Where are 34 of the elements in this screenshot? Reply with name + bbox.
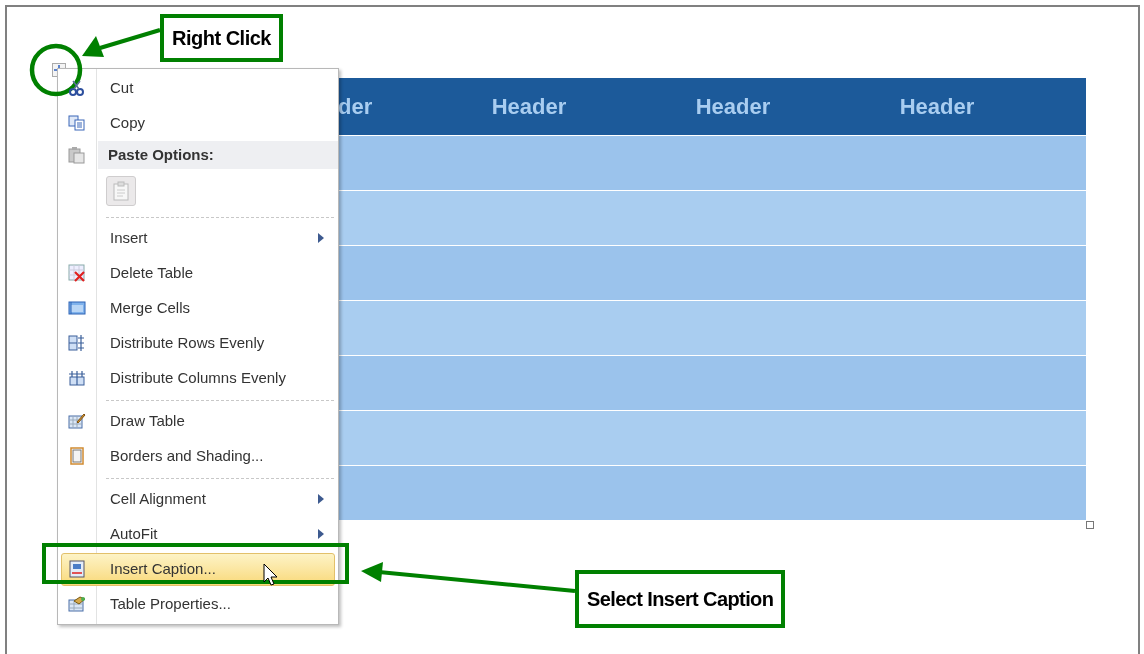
menu-item[interactable]: Distribute Columns Evenly	[61, 362, 335, 395]
clipboard-icon	[112, 181, 130, 201]
merge-cells-icon	[68, 299, 86, 317]
menu-item[interactable]: Delete Table	[61, 257, 335, 290]
menu-item[interactable]: Merge Cells	[61, 292, 335, 325]
menu-item[interactable]: Insert	[61, 222, 335, 255]
table-properties-icon	[68, 595, 86, 613]
page-border-icon	[68, 447, 86, 465]
distribute-rows-icon	[68, 334, 86, 352]
menu-item[interactable]: Table Properties...	[61, 588, 335, 621]
menu-item[interactable]: AutoFit	[61, 518, 335, 551]
menu-item[interactable]: Cut	[61, 72, 335, 105]
menu-item[interactable]: Draw Table	[61, 405, 335, 438]
pencil-table-icon	[68, 412, 86, 430]
table-delete-icon	[68, 264, 86, 282]
distribute-columns-icon	[68, 369, 86, 387]
callout-label: Right Click	[160, 14, 283, 62]
menu-item[interactable]: Copy	[61, 107, 335, 140]
callout-label: Select Insert Caption	[575, 570, 786, 628]
table-header: Header	[490, 93, 568, 121]
menu-item[interactable]: Cell Alignment	[61, 483, 335, 516]
mouse-cursor-icon	[263, 563, 279, 587]
caption-icon	[68, 560, 86, 578]
highlight-circle	[29, 43, 83, 97]
table-header: der	[338, 93, 374, 121]
menu-section-header: Paste Options:	[98, 141, 338, 169]
scissors-icon	[68, 79, 86, 97]
table-header: Header	[898, 93, 976, 121]
menu-item[interactable]: Borders and Shading...	[61, 440, 335, 473]
menu-item[interactable]: Distribute Rows Evenly	[61, 327, 335, 360]
table-resize-handle[interactable]	[1086, 521, 1094, 529]
copy-icon	[68, 114, 86, 132]
clipboard-icon	[68, 146, 86, 164]
table-header: Header	[694, 93, 772, 121]
